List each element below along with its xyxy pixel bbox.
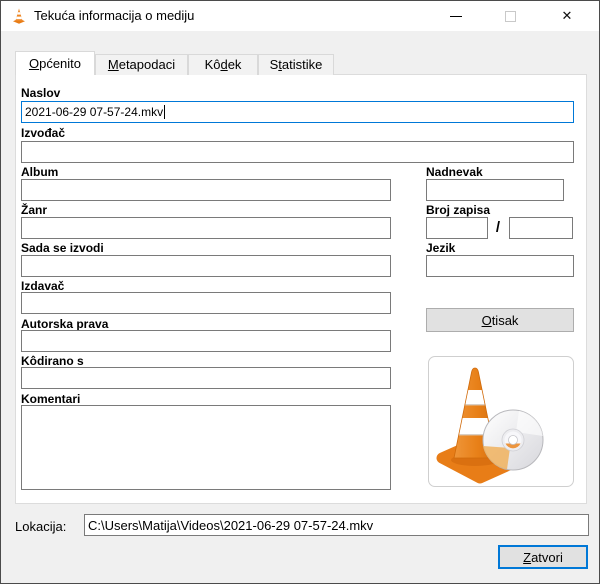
naslov-value: 2021-06-29 07-57-24.mkv xyxy=(25,105,163,119)
media-info-dialog: Tekuća informacija o mediju ✕ Općenito M… xyxy=(0,0,600,584)
lokacija-label: Lokacija: xyxy=(15,519,66,534)
izvodac-label: Izvođač xyxy=(21,126,65,140)
vlc-cone-artwork xyxy=(429,357,573,486)
close-button[interactable]: ✕ xyxy=(546,1,588,31)
tab-label: Kôdek xyxy=(205,57,242,72)
tab-label: Statistike xyxy=(270,57,323,72)
tab-label: Metapodaci xyxy=(108,57,175,72)
title-bar: Tekuća informacija o mediju ✕ xyxy=(1,1,599,31)
naslov-label: Naslov xyxy=(21,86,60,100)
jezik-input[interactable] xyxy=(426,255,574,277)
close-icon: ✕ xyxy=(562,8,573,24)
tab-metapodaci[interactable]: Metapodaci xyxy=(95,54,188,75)
nadnevak-input[interactable] xyxy=(426,179,564,201)
izdavac-input[interactable] xyxy=(21,292,391,314)
tab-statistike[interactable]: Statistike xyxy=(258,54,334,75)
zatvori-button[interactable]: Zatvori xyxy=(498,545,588,569)
artwork-frame xyxy=(428,356,574,487)
jezik-label: Jezik xyxy=(426,241,455,255)
autorska-prava-label: Autorska prava xyxy=(21,317,108,331)
minimize-button[interactable] xyxy=(435,1,477,31)
album-input[interactable] xyxy=(21,179,391,201)
broj-zapisa-input-1[interactable] xyxy=(426,217,488,239)
broj-zapisa-input-2[interactable] xyxy=(509,217,573,239)
sada-se-izvodi-label: Sada se izvodi xyxy=(21,241,104,255)
tab-opcenito[interactable]: Općenito xyxy=(15,51,95,75)
nadnevak-label: Nadnevak xyxy=(426,165,483,179)
lokacija-input[interactable] xyxy=(84,514,589,536)
broj-zapisa-label: Broj zapisa xyxy=(426,203,490,217)
komentari-label: Komentari xyxy=(21,392,80,406)
otisak-button[interactable]: Otisak xyxy=(426,308,574,332)
text-caret xyxy=(164,105,165,119)
broj-zapisa-separator: / xyxy=(489,217,507,239)
kodirano-s-label: Kôdirano s xyxy=(21,354,84,368)
izdavac-label: Izdavač xyxy=(21,279,64,293)
kodirano-s-input[interactable] xyxy=(21,367,391,389)
komentari-textarea[interactable] xyxy=(21,405,391,490)
autorska-prava-input[interactable] xyxy=(21,330,391,352)
zanr-input[interactable] xyxy=(21,217,391,239)
minimize-icon xyxy=(450,16,462,17)
album-label: Album xyxy=(21,165,58,179)
izvodac-input[interactable] xyxy=(21,141,574,163)
tab-kodek[interactable]: Kôdek xyxy=(188,54,258,75)
tab-label: Općenito xyxy=(29,56,81,71)
vlc-logo-icon xyxy=(10,7,28,25)
naslov-input[interactable]: 2021-06-29 07-57-24.mkv xyxy=(21,101,574,123)
maximize-icon xyxy=(505,11,516,22)
sada-se-izvodi-input[interactable] xyxy=(21,255,391,277)
otisak-button-label: Otisak xyxy=(482,313,519,328)
window-title: Tekuća informacija o mediju xyxy=(34,8,194,23)
zanr-label: Žanr xyxy=(21,203,47,217)
maximize-button xyxy=(489,1,531,31)
zatvori-button-label: Zatvori xyxy=(523,550,563,565)
